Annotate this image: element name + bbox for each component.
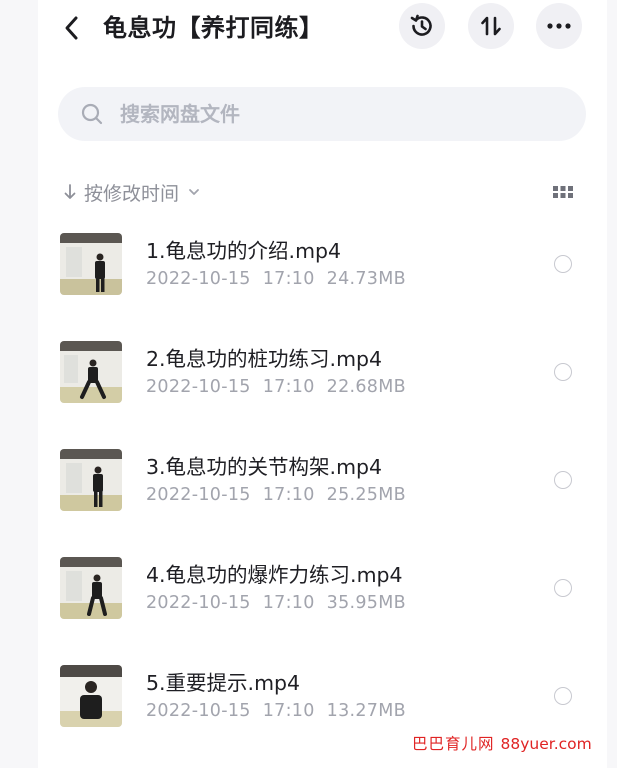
file-date: 2022-10-15	[146, 593, 251, 613]
arrow-down-icon	[64, 184, 76, 199]
file-date: 2022-10-15	[146, 269, 251, 289]
video-thumbnail	[60, 665, 122, 727]
sort-arrows-icon	[481, 16, 501, 36]
watermark-cn: 巴巴育儿网	[412, 735, 495, 753]
select-radio[interactable]	[554, 363, 572, 381]
select-radio[interactable]	[554, 255, 572, 273]
file-size: 24.73MB	[326, 269, 406, 289]
file-name: 5.重要提示.mp4	[146, 671, 301, 695]
file-meta: 2022-10-15 17:10 22.68MB	[146, 377, 406, 397]
file-time: 17:10	[262, 269, 315, 289]
file-time: 17:10	[262, 701, 315, 721]
history-icon	[410, 14, 432, 36]
file-date: 2022-10-15	[146, 485, 251, 505]
select-radio[interactable]	[554, 687, 572, 705]
file-time: 17:10	[262, 593, 315, 613]
file-date: 2022-10-15	[146, 701, 251, 721]
file-time: 17:10	[262, 485, 315, 505]
history-button[interactable]	[399, 3, 445, 49]
sort-label: 按修改时间	[84, 182, 180, 205]
file-row[interactable]: 1.龟息功的介绍.mp4 2022-10-15 17:10 24.73MB	[58, 233, 586, 323]
video-thumbnail	[60, 341, 122, 403]
file-size: 22.68MB	[326, 377, 406, 397]
search-bar[interactable]	[58, 87, 586, 141]
select-radio[interactable]	[554, 579, 572, 597]
video-thumbnail	[60, 233, 122, 295]
view-toggle-button[interactable]	[550, 180, 576, 204]
file-meta: 2022-10-15 17:10 24.73MB	[146, 269, 406, 289]
chevron-left-icon	[65, 16, 78, 40]
more-dots-icon	[547, 23, 571, 29]
video-thumbnail	[60, 557, 122, 619]
sort-toggle-button[interactable]	[468, 3, 514, 49]
file-row[interactable]: 2.龟息功的桩功练习.mp4 2022-10-15 17:10 22.68MB	[58, 341, 586, 431]
more-button[interactable]	[536, 3, 582, 49]
search-input[interactable]	[118, 101, 542, 127]
file-date: 2022-10-15	[146, 377, 251, 397]
watermark: 巴巴育儿网 88yuer.com	[412, 732, 592, 754]
file-meta: 2022-10-15 17:10 25.25MB	[146, 485, 406, 505]
file-size: 13.27MB	[326, 701, 406, 721]
file-meta: 2022-10-15 17:10 13.27MB	[146, 701, 406, 721]
sort-dropdown[interactable]: 按修改时间	[62, 176, 201, 208]
select-radio[interactable]	[554, 471, 572, 489]
file-size: 25.25MB	[326, 485, 406, 505]
file-time: 17:10	[262, 377, 315, 397]
page-title: 龟息功【养打同练】	[103, 14, 324, 42]
chevron-down-icon	[189, 189, 199, 195]
file-name: 2.龟息功的桩功练习.mp4	[146, 347, 383, 371]
file-name: 3.龟息功的关节构架.mp4	[146, 455, 383, 479]
search-icon	[80, 102, 104, 126]
file-name: 4.龟息功的爆炸力练习.mp4	[146, 563, 403, 587]
file-row[interactable]: 3.龟息功的关节构架.mp4 2022-10-15 17:10 25.25MB	[58, 449, 586, 539]
watermark-en: 88yuer.com	[500, 735, 592, 753]
file-name: 1.龟息功的介绍.mp4	[146, 239, 342, 263]
file-meta: 2022-10-15 17:10 35.95MB	[146, 593, 406, 613]
file-size: 35.95MB	[326, 593, 406, 613]
file-row[interactable]: 4.龟息功的爆炸力练习.mp4 2022-10-15 17:10 35.95MB	[58, 557, 586, 647]
back-button[interactable]	[52, 8, 92, 48]
video-thumbnail	[60, 449, 122, 511]
grid-view-icon	[553, 186, 573, 198]
